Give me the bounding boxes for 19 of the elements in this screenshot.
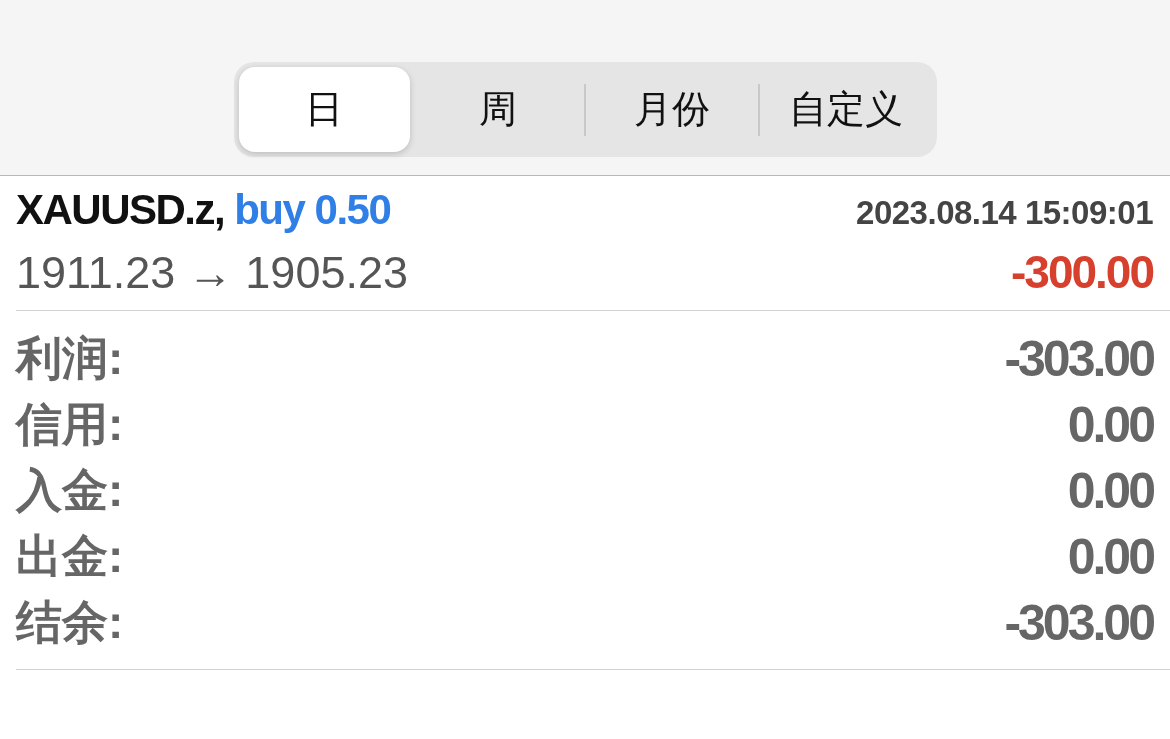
- summary-label: 结余:: [16, 595, 124, 650]
- profit-value: -300.00: [1011, 245, 1153, 300]
- period-tab[interactable]: 自定义: [759, 67, 932, 152]
- period-tab[interactable]: 周: [412, 67, 584, 152]
- timestamp-label: 2023.08.14 15:09:01: [856, 193, 1153, 233]
- period-tab[interactable]: 日: [238, 67, 411, 152]
- order-label: buy 0.50: [234, 185, 391, 235]
- summary-label: 信用:: [16, 397, 124, 452]
- summary-label: 入金:: [16, 463, 124, 518]
- summary-label: 利润:: [16, 331, 124, 386]
- summary-value: 0.00: [1067, 528, 1153, 586]
- summary-label: 出金:: [16, 529, 124, 584]
- price-change-label: 1911.23 → 1905.23: [16, 246, 408, 300]
- symbol-label: XAUUSD.z,: [16, 185, 225, 235]
- summary-value: -303.00: [1004, 594, 1153, 652]
- summary-value: 0.00: [1067, 396, 1153, 454]
- summary-value: 0.00: [1067, 462, 1153, 520]
- summary-value: -303.00: [1004, 330, 1153, 388]
- period-tab[interactable]: 月份: [586, 67, 758, 152]
